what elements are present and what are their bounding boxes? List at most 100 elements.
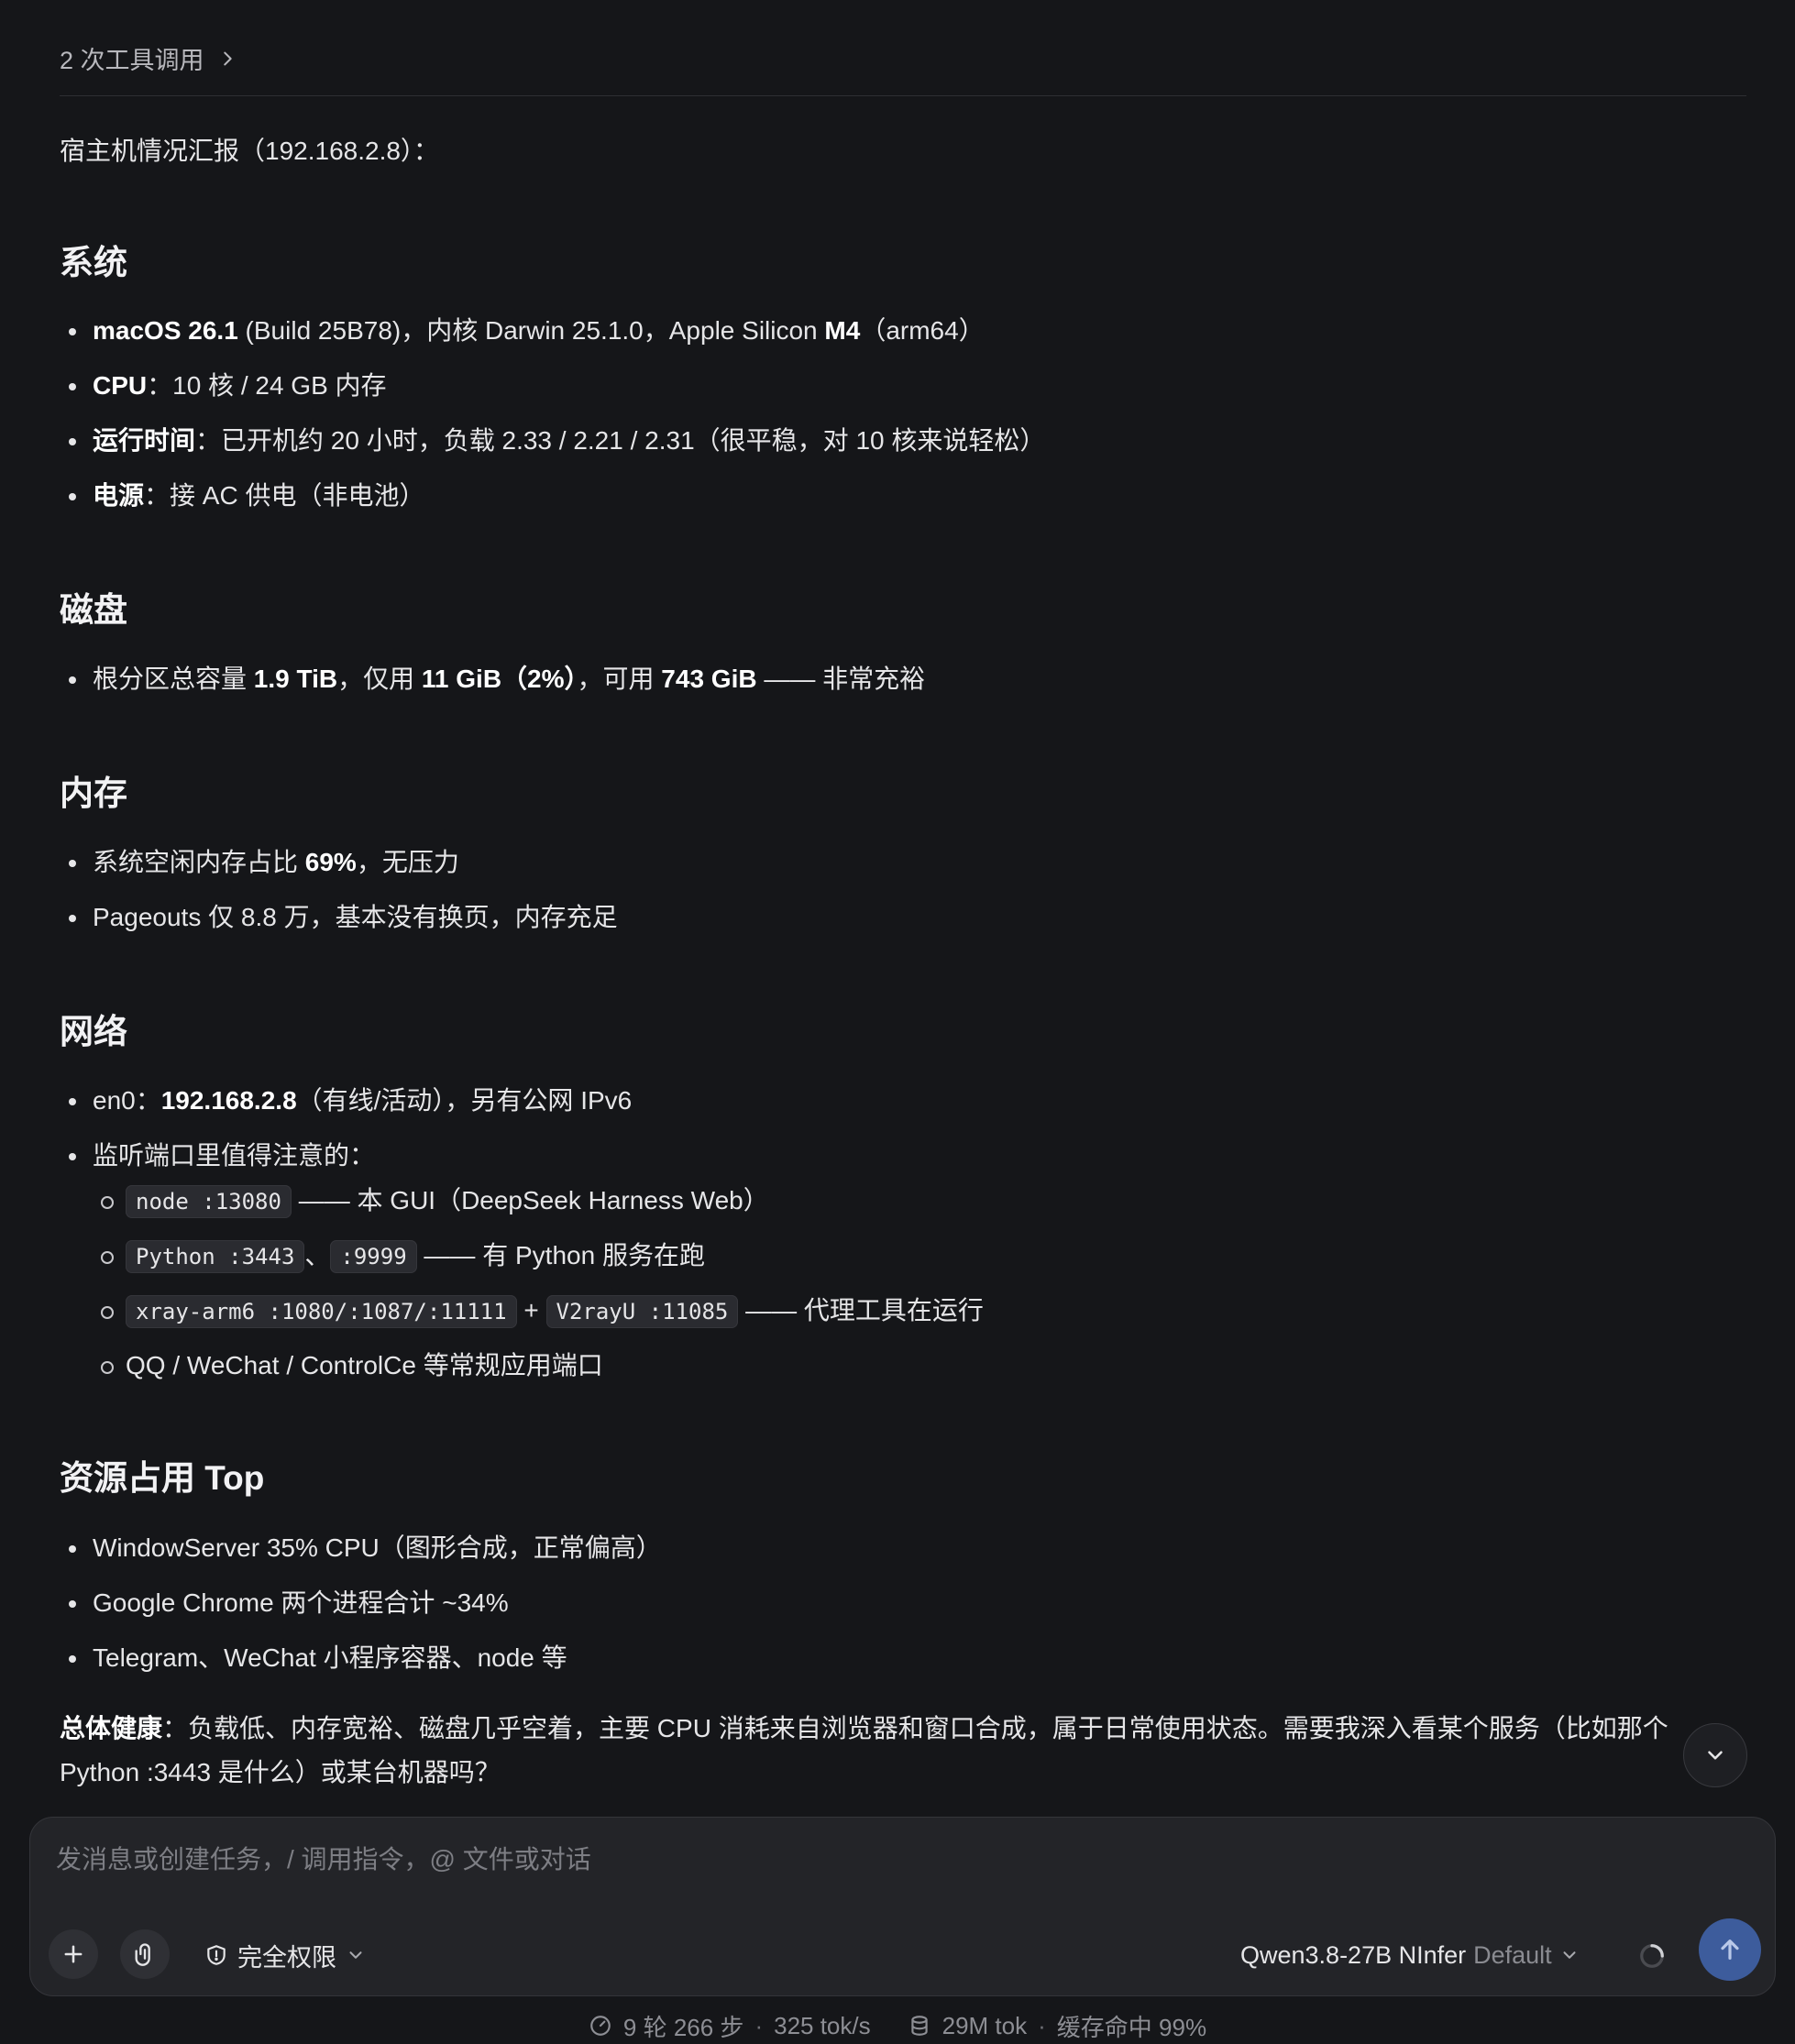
- intro-text: 宿主机情况汇报（192.168.2.8）：: [60, 137, 439, 165]
- permission-selector[interactable]: 完全权限: [204, 1937, 366, 1973]
- top-list: WindowServer 35% CPU（图形合成，正常偏高） Google C…: [60, 1521, 1728, 1686]
- message-composer: 完全权限 Qwen3.8-27B NInfer Default: [29, 1817, 1776, 1996]
- model-selector[interactable]: Qwen3.8-27B NInfer Default: [1240, 1937, 1580, 1973]
- item-text: —— 非常充裕: [756, 665, 926, 693]
- model-profile: Default: [1473, 1940, 1552, 1969]
- list-item: 运行时间：已开机约 20 小时，负载 2.33 / 2.21 / 2.31（很平…: [60, 413, 1728, 468]
- ports-list: node :13080 —— 本 GUI（DeepSeek Harness We…: [93, 1173, 1651, 1393]
- item-text: Google Chrome 两个进程合计 ~34%: [93, 1588, 509, 1617]
- item-text: —— 代理工具在运行: [738, 1296, 984, 1324]
- list-item: 系统空闲内存占比 69%，无压力: [60, 835, 1728, 890]
- item-label: 电源: [93, 481, 145, 510]
- os-version: macOS 26.1: [93, 316, 238, 345]
- item-label: CPU: [93, 371, 148, 400]
- inline-code: V2rayU :11085: [545, 1295, 739, 1328]
- network-list: en0：192.168.2.8（有线/活动），另有公网 IPv6 监听端口里值得…: [60, 1073, 1728, 1183]
- cache-hit: 缓存命中 99%: [1056, 2013, 1207, 2041]
- list-item: Pageouts 仅 8.8 万，基本没有换页，内存充足: [60, 890, 1728, 945]
- item-text: WindowServer 35% CPU（图形合成，正常偏高）: [93, 1533, 662, 1562]
- memory-list: 系统空闲内存占比 69%，无压力 Pageouts 仅 8.8 万，基本没有换页…: [60, 835, 1728, 945]
- divider: [60, 95, 1746, 96]
- list-item: QQ / WeChat / ControlCe 等常规应用端口: [93, 1338, 1651, 1393]
- tool-calls-toggle[interactable]: 2 次工具调用: [60, 40, 237, 76]
- paperclip-icon: [135, 1943, 150, 1966]
- list-item: CPU：10 核 / 24 GB 内存: [60, 358, 1728, 413]
- item-text: ：接 AC 供电（非电池）: [144, 481, 425, 510]
- item-text: 、: [304, 1241, 331, 1269]
- item-text: （有线/活动），另有公网 IPv6: [296, 1086, 633, 1115]
- inline-code: :9999: [330, 1240, 417, 1273]
- token-total: 29M tok: [942, 2011, 1028, 2039]
- separator: ·: [1038, 2011, 1046, 2039]
- item-text: en0：: [93, 1086, 161, 1115]
- permission-label: 完全权限: [237, 1943, 336, 1972]
- disk-used: 11 GiB（2%）: [421, 665, 578, 693]
- item-text: ：已开机约 20 小时，负载 2.33 / 2.21 / 2.31（很平稳，对 …: [195, 426, 1046, 455]
- list-item: Python :3443、:9999 —— 有 Python 服务在跑: [93, 1228, 1651, 1283]
- item-text: （arm64）: [860, 316, 985, 345]
- plus-icon: [64, 1945, 83, 1963]
- database-icon: [910, 2016, 928, 2036]
- list-item: macOS 26.1 (Build 25B78)，内核 Darwin 25.1.…: [60, 303, 1728, 358]
- chat-page: 2 次工具调用 宿主机情况汇报（192.168.2.8）： 系统 macOS 2…: [0, 0, 1795, 2044]
- gauge-icon: [590, 2016, 611, 2036]
- disk-total: 1.9 TiB: [253, 665, 338, 693]
- chip-name: M4: [824, 316, 861, 345]
- section-title-top: 资源占用 Top: [60, 1459, 265, 1497]
- list-item: Google Chrome 两个进程合计 ~34%: [60, 1576, 1728, 1631]
- add-button[interactable]: [49, 1929, 98, 1979]
- scroll-to-bottom-button[interactable]: [1683, 1723, 1747, 1787]
- inline-code: Python :3443: [126, 1240, 305, 1273]
- loading-spinner-icon: [1640, 1944, 1664, 1968]
- summary-body: ：负载低、内存宽裕、磁盘几乎空着，主要 CPU 消耗来自浏览器和窗口合成，属于日…: [60, 1714, 1668, 1786]
- item-label: 运行时间: [93, 426, 196, 455]
- memory-free: 69%: [304, 848, 357, 876]
- chevron-down-icon: [1563, 1951, 1576, 1959]
- ip-address: 192.168.2.8: [160, 1086, 297, 1115]
- item-text: QQ / WeChat / ControlCe 等常规应用端口: [126, 1351, 603, 1379]
- list-item: WindowServer 35% CPU（图形合成，正常偏高）: [60, 1521, 1728, 1576]
- token-speed: 325 tok/s: [774, 2011, 871, 2039]
- list-item: 根分区总容量 1.9 TiB，仅用 11 GiB（2%），可用 743 GiB …: [60, 652, 1728, 707]
- item-text: 监听端口里值得注意的：: [93, 1141, 376, 1170]
- list-item: Telegram、WeChat 小程序容器、node 等: [60, 1631, 1728, 1686]
- list-item: 电源：接 AC 供电（非电池）: [60, 468, 1728, 523]
- item-text: ：10 核 / 24 GB 内存: [147, 371, 387, 400]
- summary-label: 总体健康: [60, 1714, 163, 1742]
- separator: ·: [754, 2011, 764, 2039]
- section-title-system: 系统: [60, 244, 127, 281]
- token-stats: 29M tok · 缓存命中 99%: [908, 2009, 1206, 2043]
- attach-button[interactable]: [120, 1929, 170, 1979]
- disk-list: 根分区总容量 1.9 TiB，仅用 11 GiB（2%），可用 743 GiB …: [60, 652, 1728, 707]
- item-text: Pageouts 仅 8.8 万，基本没有换页，内存充足: [93, 903, 618, 931]
- item-text: —— 有 Python 服务在跑: [416, 1241, 705, 1269]
- item-text: 系统空闲内存占比: [93, 848, 305, 876]
- list-item: en0：192.168.2.8（有线/活动），另有公网 IPv6: [60, 1073, 1728, 1128]
- item-text: (Build 25B78)，内核 Darwin 25.1.0，Apple Sil…: [237, 316, 825, 345]
- turns-steps: 9 轮 266 步: [622, 2013, 744, 2041]
- chevron-down-icon: [349, 1951, 362, 1959]
- summary-text: 总体健康：负载低、内存宽裕、磁盘几乎空着，主要 CPU 消耗来自浏览器和窗口合成…: [60, 1707, 1691, 1795]
- item-text: +: [516, 1296, 546, 1324]
- chevron-right-icon: [223, 51, 232, 65]
- disk-free: 743 GiB: [661, 665, 757, 693]
- item-text: 根分区总容量: [93, 665, 254, 693]
- inline-code: xray-arm6 :1080/:1087/:11111: [126, 1295, 517, 1328]
- chevron-down-icon: [1708, 1751, 1723, 1760]
- section-title-memory: 内存: [60, 775, 127, 812]
- run-stats: 9 轮 266 步 · 325 tok/s: [589, 2009, 871, 2043]
- section-title-disk: 磁盘: [60, 591, 127, 629]
- item-text: Telegram、WeChat 小程序容器、node 等: [93, 1643, 567, 1672]
- message-input[interactable]: [56, 1841, 1724, 1878]
- system-list: macOS 26.1 (Build 25B78)，内核 Darwin 25.1.…: [60, 303, 1728, 523]
- tool-calls-label: 2 次工具调用: [60, 47, 204, 74]
- status-bar: 9 轮 266 步 · 325 tok/s 29M tok · 缓存命中 99%: [0, 2007, 1795, 2044]
- send-button[interactable]: [1699, 1918, 1761, 1981]
- inline-code: node :13080: [126, 1185, 292, 1218]
- arrow-up-icon: [1721, 1940, 1739, 1960]
- item-text: ，仅用: [337, 665, 422, 693]
- item-text: ，无压力: [356, 848, 459, 876]
- item-text: ，可用: [577, 665, 662, 693]
- section-title-network: 网络: [60, 1013, 127, 1050]
- list-item: node :13080 —— 本 GUI（DeepSeek Harness We…: [93, 1173, 1651, 1228]
